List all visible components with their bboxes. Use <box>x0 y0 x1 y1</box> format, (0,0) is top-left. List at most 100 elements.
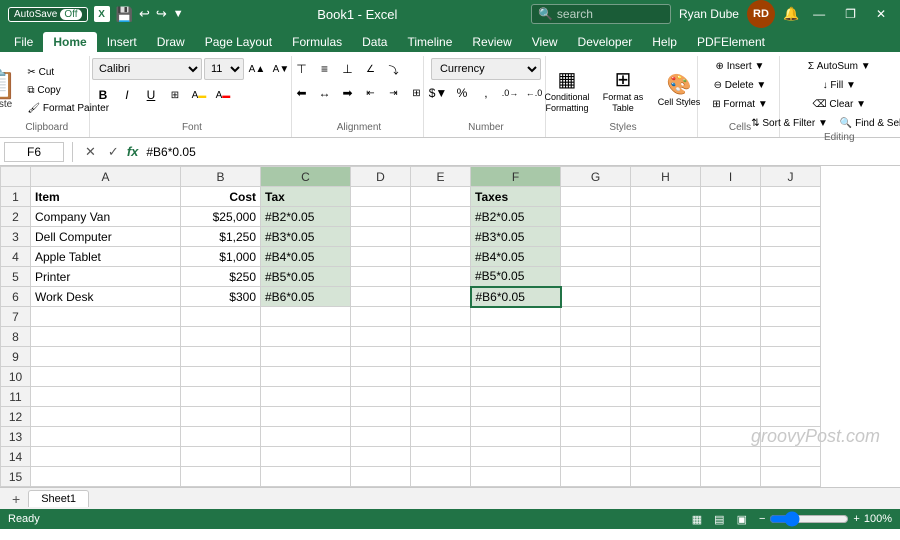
cell-a5[interactable]: Printer <box>31 267 181 287</box>
col-header-d[interactable]: D <box>351 167 411 187</box>
bold-button[interactable]: B <box>92 84 114 106</box>
tab-developer[interactable]: Developer <box>568 32 643 52</box>
cell-c10[interactable] <box>261 367 351 387</box>
cell-b11[interactable] <box>181 387 261 407</box>
cell-d10[interactable] <box>351 367 411 387</box>
cell-e3[interactable] <box>411 227 471 247</box>
tab-view[interactable]: View <box>522 32 568 52</box>
cell-e5[interactable] <box>411 267 471 287</box>
cell-styles-button[interactable]: 🎨 Cell Styles <box>653 63 705 117</box>
formula-input[interactable] <box>142 143 896 161</box>
merge-center-button[interactable]: ⊞ <box>405 82 427 104</box>
number-format-select[interactable]: Currency General Number Percentage Text <box>431 58 541 80</box>
cell-f10[interactable] <box>471 367 561 387</box>
cell-i7[interactable] <box>701 307 761 327</box>
cell-e7[interactable] <box>411 307 471 327</box>
cell-h13[interactable] <box>631 427 701 447</box>
cell-b8[interactable] <box>181 327 261 347</box>
cell-i1[interactable] <box>701 187 761 207</box>
cell-f11[interactable] <box>471 387 561 407</box>
cell-e2[interactable] <box>411 207 471 227</box>
cell-b4[interactable]: $1,000 <box>181 247 261 267</box>
cell-g3[interactable] <box>561 227 631 247</box>
tab-review[interactable]: Review <box>462 32 521 52</box>
minimize-button[interactable]: — <box>807 7 831 21</box>
cell-h15[interactable] <box>631 467 701 487</box>
cell-e14[interactable] <box>411 447 471 467</box>
tab-insert[interactable]: Insert <box>97 32 147 52</box>
cell-c15[interactable] <box>261 467 351 487</box>
italic-button[interactable]: I <box>116 84 138 106</box>
cell-j7[interactable] <box>761 307 821 327</box>
cell-i3[interactable] <box>701 227 761 247</box>
cell-g13[interactable] <box>561 427 631 447</box>
cell-b10[interactable] <box>181 367 261 387</box>
col-header-f[interactable]: F <box>471 167 561 187</box>
cell-j15[interactable] <box>761 467 821 487</box>
zoom-slider[interactable] <box>769 511 849 527</box>
cell-b6[interactable]: $300 <box>181 287 261 307</box>
cell-h9[interactable] <box>631 347 701 367</box>
cell-e4[interactable] <box>411 247 471 267</box>
clear-button[interactable]: ⌫ Clear ▼ <box>807 96 871 113</box>
cell-j3[interactable] <box>761 227 821 247</box>
cell-e1[interactable] <box>411 187 471 207</box>
zoom-out-button[interactable]: − <box>759 513 765 525</box>
tab-help[interactable]: Help <box>642 32 687 52</box>
cell-i11[interactable] <box>701 387 761 407</box>
font-color-button[interactable]: A▬ <box>212 84 234 106</box>
cell-e10[interactable] <box>411 367 471 387</box>
cell-c8[interactable] <box>261 327 351 347</box>
view-page-button[interactable]: ▣ <box>737 513 747 526</box>
cell-d6[interactable] <box>351 287 411 307</box>
cell-j2[interactable] <box>761 207 821 227</box>
cell-a7[interactable] <box>31 307 181 327</box>
cell-d4[interactable] <box>351 247 411 267</box>
cell-i14[interactable] <box>701 447 761 467</box>
align-bottom-button[interactable]: ⊥ <box>336 58 358 80</box>
cell-g6[interactable] <box>561 287 631 307</box>
cell-j8[interactable] <box>761 327 821 347</box>
accounting-button[interactable]: $▼ <box>427 82 449 104</box>
cell-g11[interactable] <box>561 387 631 407</box>
sheet-wrapper[interactable]: A B C D E F G H I J 1 Item Cost <box>0 166 900 487</box>
cell-j9[interactable] <box>761 347 821 367</box>
cell-c14[interactable] <box>261 447 351 467</box>
cell-d9[interactable] <box>351 347 411 367</box>
cell-g9[interactable] <box>561 347 631 367</box>
cell-i12[interactable] <box>701 407 761 427</box>
cell-j1[interactable] <box>761 187 821 207</box>
cell-g4[interactable] <box>561 247 631 267</box>
user-avatar[interactable]: RD <box>747 0 775 28</box>
cell-a14[interactable] <box>31 447 181 467</box>
wrap-text-button[interactable]: ⤵ <box>382 58 404 80</box>
cell-a6[interactable]: Work Desk <box>31 287 181 307</box>
cell-b3[interactable]: $1,250 <box>181 227 261 247</box>
cell-j14[interactable] <box>761 447 821 467</box>
cell-f5[interactable]: #B5*0.05 <box>471 267 561 287</box>
cell-d7[interactable] <box>351 307 411 327</box>
fill-button[interactable]: ↓ Fill ▼ <box>818 77 861 94</box>
cell-d5[interactable] <box>351 267 411 287</box>
cell-d11[interactable] <box>351 387 411 407</box>
border-button[interactable]: ⊞ <box>164 84 186 106</box>
cell-c12[interactable] <box>261 407 351 427</box>
cell-a3[interactable]: Dell Computer <box>31 227 181 247</box>
cell-d8[interactable] <box>351 327 411 347</box>
cell-h2[interactable] <box>631 207 701 227</box>
autosave-toggle[interactable]: Off <box>60 9 81 20</box>
cell-b9[interactable] <box>181 347 261 367</box>
find-select-button[interactable]: 🔍 Find & Select ▼ <box>835 115 900 132</box>
more-tools-icon[interactable]: ▼ <box>173 8 184 20</box>
cell-c5[interactable]: #B5*0.05 <box>261 267 351 287</box>
cell-d14[interactable] <box>351 447 411 467</box>
cell-b2[interactable]: $25,000 <box>181 207 261 227</box>
cell-c3[interactable]: #B3*0.05 <box>261 227 351 247</box>
fill-color-button[interactable]: A▬ <box>188 84 210 106</box>
cell-a10[interactable] <box>31 367 181 387</box>
col-header-e[interactable]: E <box>411 167 471 187</box>
cell-d2[interactable] <box>351 207 411 227</box>
cell-h10[interactable] <box>631 367 701 387</box>
close-button[interactable]: ✕ <box>870 7 892 21</box>
cell-h11[interactable] <box>631 387 701 407</box>
